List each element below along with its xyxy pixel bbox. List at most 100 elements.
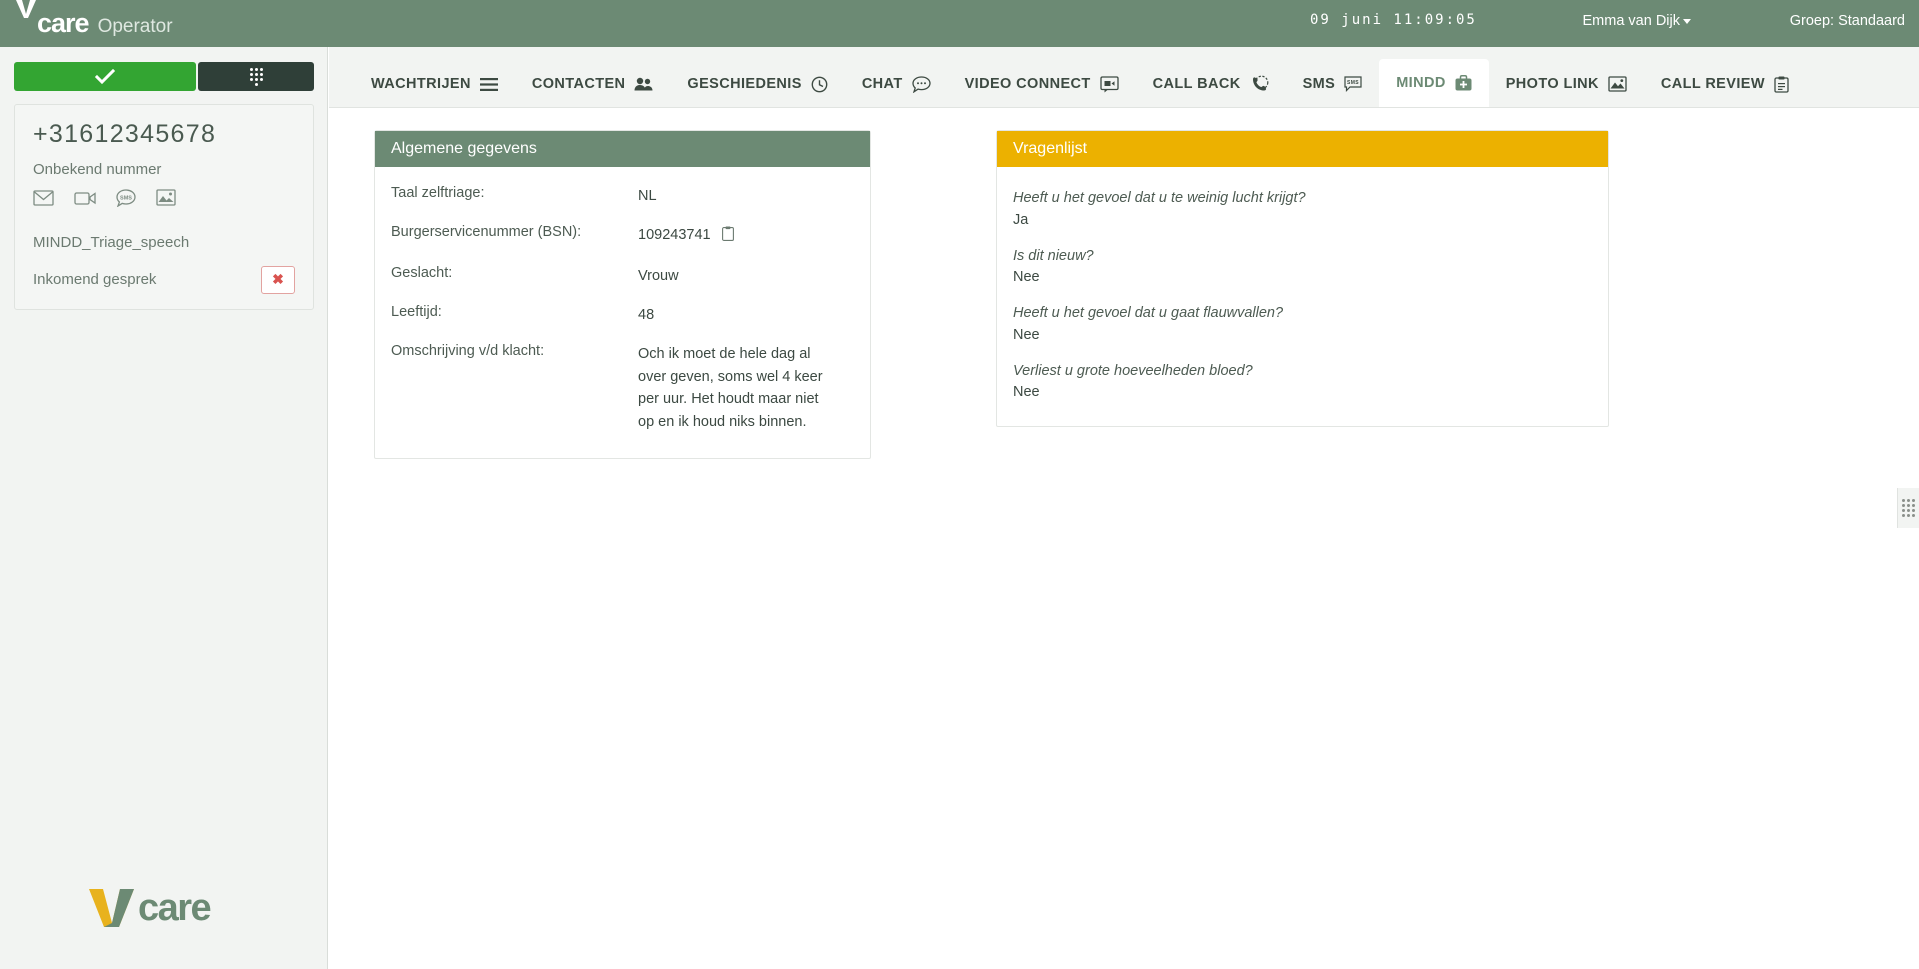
info-value: 48	[638, 306, 655, 323]
tab-label: WACHTRIJEN	[371, 76, 471, 92]
question-text: Heeft u het gevoel dat u gaat flauwvalle…	[1013, 305, 1284, 322]
dialpad-icon	[249, 67, 263, 86]
info-label: Geslacht:	[391, 264, 453, 281]
info-value: NL	[638, 188, 657, 204]
answer-text: Ja	[1013, 211, 1029, 228]
info-label: Omschrijving v/d klacht:	[391, 342, 545, 359]
question-text: Heeft u het gevoel dat u te weinig lucht…	[1013, 190, 1306, 206]
channel-icon-row: SMS	[33, 188, 295, 207]
caller-name-label: Onbekend nummer	[33, 160, 162, 178]
general-data-panel: Algemene gegevens Taal zelftriage: NL Bu…	[374, 130, 871, 460]
tab-photo-link[interactable]: PHOTO LINK	[1489, 61, 1644, 107]
top-header: care Operator 09 juni 11:09:05 Emma van …	[0, 0, 1919, 47]
call-state-label: Inkomend gesprek	[33, 271, 157, 288]
user-menu[interactable]: Emma van Dijk	[1582, 13, 1691, 29]
caller-phone-number: +31612345678	[33, 120, 217, 148]
sms-bubble-icon: SMS	[1344, 76, 1362, 92]
tab-label: CALL REVIEW	[1660, 76, 1765, 92]
brand-logo: care Operator	[0, 0, 173, 38]
tab-label: SMS	[1302, 76, 1336, 92]
question-block: Heeft u het gevoel dat u gaat flauwvalle…	[1013, 304, 1592, 343]
info-label: Taal zelftriage:	[391, 185, 485, 201]
sidebar-brand-name: care	[138, 887, 212, 929]
group-label: Groep: Standaard	[1789, 13, 1905, 29]
tab-call-review[interactable]: CALL REVIEW	[1644, 61, 1806, 107]
hangup-call-button[interactable]: ✖	[261, 265, 295, 294]
people-icon	[634, 77, 653, 91]
info-row: Omschrijving v/d klacht: Och ik moet de …	[391, 343, 854, 435]
user-name-label: Emma van Dijk	[1582, 13, 1681, 29]
tab-wachtrijen[interactable]: WACHTRIJEN	[354, 61, 515, 107]
info-value: Vrouw	[638, 267, 679, 284]
medical-bag-icon	[1455, 75, 1472, 91]
checkmark-icon	[95, 68, 115, 85]
phone-clock-icon	[1250, 75, 1269, 93]
brand-subtitle: Operator	[97, 15, 173, 37]
triage-flow-name: MINDD_Triage_speech	[33, 233, 190, 251]
info-label: Burgerservicenummer (BSN):	[391, 223, 582, 240]
question-text: Is dit nieuw?	[1013, 247, 1094, 264]
tab-label: GESCHIEDENIS	[687, 76, 802, 92]
chevron-down-icon	[1683, 18, 1691, 24]
tab-mindd[interactable]: MINDD	[1379, 59, 1489, 107]
vcare-mark-icon	[86, 883, 138, 934]
question-block: Is dit nieuw? Nee	[1013, 247, 1592, 286]
tab-label: MINDD	[1396, 75, 1446, 91]
info-row: Leeftijd: 48	[391, 304, 854, 327]
general-data-panel-title: Algemene gegevens	[375, 131, 870, 167]
email-icon[interactable]	[33, 189, 54, 206]
tab-geschiedenis[interactable]: GESCHIEDENIS	[670, 61, 844, 107]
question-block: Verliest u grote hoeveelheden bloed? Nee	[1013, 362, 1592, 401]
active-call-card: +31612345678 Onbekend nummer SMS MINDD_T…	[14, 104, 314, 310]
tab-video-connect[interactable]: VIDEO CONNECT	[948, 61, 1136, 107]
svg-text:SMS: SMS	[1347, 80, 1359, 86]
brand-name: care	[37, 7, 90, 38]
chat-bubble-icon	[911, 75, 931, 93]
tab-call-back[interactable]: CALL BACK	[1136, 61, 1286, 107]
info-row: Burgerservicenummer (BSN): 109243741	[391, 224, 854, 249]
call-sidebar: +31612345678 Onbekend nummer SMS MINDD_T…	[0, 47, 328, 969]
tab-label: PHOTO LINK	[1505, 76, 1599, 92]
tab-sms[interactable]: SMS SMS	[1286, 61, 1380, 107]
info-label: Leeftijd:	[391, 303, 442, 320]
dialpad-button[interactable]	[198, 62, 314, 91]
questionnaire-panel-title: Vragenlijst	[997, 131, 1608, 167]
question-block: Heeft u het gevoel dat u te weinig lucht…	[1013, 189, 1592, 228]
answer-text: Nee	[1013, 326, 1040, 343]
general-data-panel-body: Taal zelftriage: NL Burgerservicenummer …	[375, 167, 870, 458]
main-tabbar: WACHTRIJEN CONTACTEN GESCHIEDENIS CHAT V…	[329, 47, 1919, 108]
accept-call-button[interactable]	[14, 62, 196, 91]
vcare-mark-icon	[14, 0, 36, 32]
call-action-buttons	[14, 62, 314, 91]
vcare-logo: care	[14, 0, 90, 38]
questionnaire-panel-body: Heeft u het gevoel dat u te weinig lucht…	[997, 167, 1608, 426]
copy-icon[interactable]	[721, 226, 734, 249]
info-value: Och ik moet de hele dag al over geven, s…	[638, 345, 823, 431]
info-row: Taal zelftriage: NL	[391, 185, 854, 208]
tab-label: CALL BACK	[1152, 76, 1241, 92]
svg-text:SMS: SMS	[120, 195, 132, 201]
tab-label: CONTACTEN	[531, 76, 626, 92]
sidebar-vcare-logo: care	[86, 883, 212, 934]
answer-text: Nee	[1013, 269, 1040, 286]
tab-label: CHAT	[861, 76, 903, 92]
clock-history-icon	[811, 76, 828, 93]
tab-label: VIDEO CONNECT	[964, 76, 1091, 92]
tab-chat[interactable]: CHAT	[845, 61, 948, 107]
info-value: 109243741	[638, 226, 711, 243]
panel-resize-handle[interactable]	[1897, 488, 1919, 528]
sms-icon[interactable]: SMS	[116, 188, 136, 207]
clock-display: 09 juni 11:09:05	[1310, 12, 1477, 28]
tab-contacten[interactable]: CONTACTEN	[515, 61, 671, 107]
photo-icon[interactable]	[156, 189, 176, 206]
clipboard-icon	[1774, 76, 1789, 93]
answer-text: Nee	[1013, 384, 1040, 401]
panels-row: Algemene gegevens Taal zelftriage: NL Bu…	[374, 130, 1919, 460]
hamburger-icon	[479, 77, 498, 91]
info-row: Geslacht: Vrouw	[391, 265, 854, 288]
call-state-row: Inkomend gesprek ✖	[33, 265, 295, 295]
photo-icon	[1608, 76, 1627, 92]
video-camera-icon	[1100, 75, 1119, 93]
video-icon[interactable]	[74, 190, 96, 206]
info-value-wrapper: 109243741	[638, 224, 734, 249]
